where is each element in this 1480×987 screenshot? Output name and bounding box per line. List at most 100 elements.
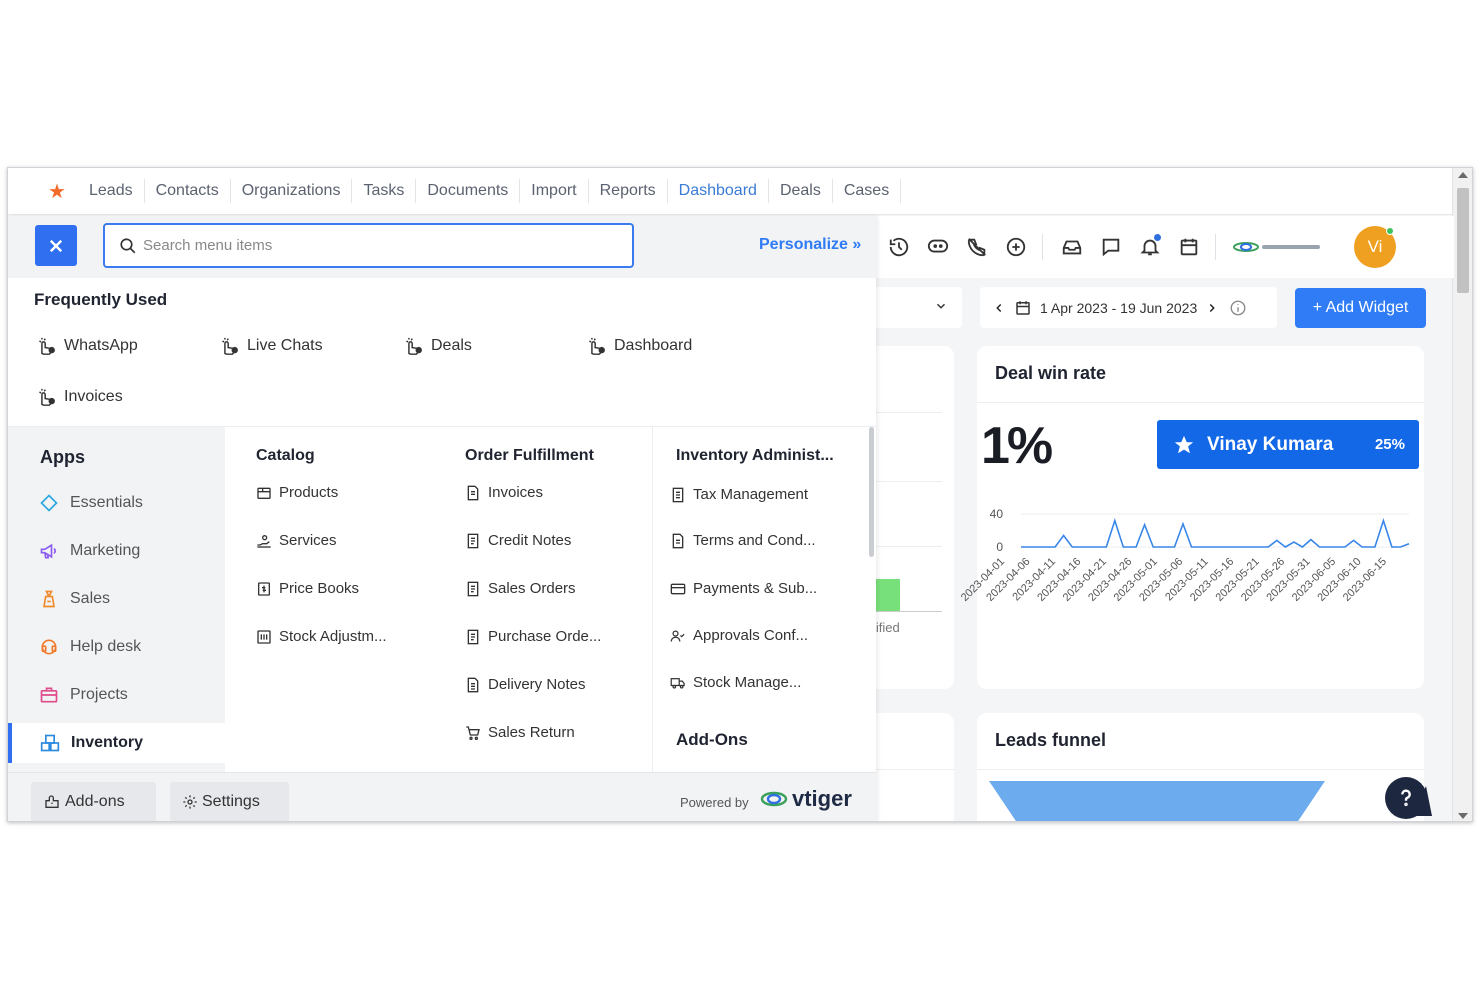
win-rate-series-line <box>1021 517 1410 548</box>
tab-tasks[interactable]: Tasks <box>352 179 417 203</box>
inventory-admin-title: Inventory Administ... <box>676 447 834 464</box>
chevron-left-icon[interactable] <box>992 301 1006 315</box>
menu-item-payments-subscriptions[interactable]: Payments & Sub... <box>670 580 817 597</box>
menu-item-label: Sales Orders <box>488 580 576 597</box>
menu-item-approvals-configuration[interactable]: Approvals Conf... <box>670 627 808 644</box>
card-divider <box>870 769 954 770</box>
scroll-up-icon[interactable] <box>1458 172 1468 178</box>
close-menu-button[interactable] <box>35 225 77 266</box>
chart-axis <box>870 611 942 612</box>
history-icon[interactable] <box>886 234 912 260</box>
menu-item-stock-management[interactable]: Stock Manage... <box>670 674 801 691</box>
win-rate-value: 1% <box>981 417 1053 475</box>
tab-leads[interactable]: Leads <box>78 179 145 203</box>
page-scrollbar[interactable] <box>1452 168 1472 821</box>
tab-reports[interactable]: Reports <box>589 179 668 203</box>
menu-item-stock-adjustment[interactable]: Stock Adjustm... <box>256 628 387 645</box>
tab-organizations[interactable]: Organizations <box>231 179 353 203</box>
add-circle-icon[interactable] <box>1003 234 1029 260</box>
calendar-icon[interactable] <box>1176 234 1202 260</box>
tab-documents[interactable]: Documents <box>416 179 521 203</box>
menu-item-sales-orders[interactable]: Sales Orders <box>465 580 576 597</box>
chatbot-icon[interactable] <box>925 234 951 260</box>
addons-icon <box>45 795 59 808</box>
menu-header: Personalize » <box>8 216 876 278</box>
frequent-item-whatsapp[interactable]: WhatsApp <box>36 337 138 355</box>
menu-item-label: Products <box>279 484 339 501</box>
tab-deals[interactable]: Deals <box>769 179 833 203</box>
menu-item-label: Terms and Cond... <box>693 532 816 549</box>
app-sales[interactable]: Sales <box>8 579 225 619</box>
user-avatar[interactable]: Vi <box>1354 226 1396 268</box>
inbox-icon[interactable] <box>1059 234 1085 260</box>
menu-item-credit-notes[interactable]: Credit Notes <box>465 532 571 549</box>
app-inventory[interactable]: Inventory <box>8 723 225 763</box>
app-help-desk[interactable]: Help desk <box>8 627 225 667</box>
personalize-link[interactable]: Personalize » <box>759 236 861 254</box>
boxes-icon <box>40 734 60 752</box>
menu-item-label: Price Books <box>279 580 360 597</box>
axis-label: lified <box>873 620 900 635</box>
addons-label: Add-ons <box>65 793 125 810</box>
close-icon <box>49 239 63 252</box>
menu-item-purchase-orders[interactable]: Purchase Orde... <box>465 628 601 645</box>
app-projects[interactable]: Projects <box>8 675 225 715</box>
frequent-item-label: Deals <box>431 337 472 354</box>
menu-item-tax-management[interactable]: Tax Management <box>670 486 808 503</box>
grid-line <box>870 546 942 547</box>
tab-contacts[interactable]: Contacts <box>145 179 231 203</box>
mute-phone-icon[interactable] <box>964 234 990 260</box>
date-range-picker[interactable]: 1 Apr 2023 - 19 Jun 2023 <box>980 287 1277 328</box>
bell-icon[interactable] <box>1137 234 1163 260</box>
tab-dashboard[interactable]: Dashboard <box>668 179 769 203</box>
help-button[interactable] <box>1385 777 1427 819</box>
menu-scrollbar[interactable] <box>869 427 874 557</box>
chat-icon[interactable] <box>1098 234 1124 260</box>
app-essentials[interactable]: Essentials <box>8 483 225 523</box>
chevron-down-icon <box>936 303 946 309</box>
frequent-item-live-chats[interactable]: Live Chats <box>219 337 323 355</box>
search-input[interactable] <box>143 237 583 254</box>
menu-item-services[interactable]: Services <box>256 532 337 549</box>
notification-dot <box>1154 234 1161 241</box>
tab-cases[interactable]: Cases <box>833 179 902 203</box>
app-label: Essentials <box>70 494 143 511</box>
pointer-click-icon <box>39 337 55 355</box>
menu-item-delivery-notes[interactable]: Delivery Notes <box>465 676 586 693</box>
card-title: Deal win rate <box>995 363 1107 383</box>
card-divider <box>977 402 1424 403</box>
scroll-down-icon[interactable] <box>1458 813 1468 819</box>
app-marketing[interactable]: Marketing <box>8 531 225 571</box>
frequent-item-deals[interactable]: Deals <box>403 337 472 355</box>
settings-button[interactable]: Settings <box>170 782 289 821</box>
addons-button[interactable]: Add-ons <box>31 782 156 821</box>
pointer-click-icon <box>589 337 605 355</box>
top-performer-badge[interactable]: Vinay Kumara 25% <box>1157 420 1419 469</box>
y-tick-label: 40 <box>990 507 1004 521</box>
frequent-item-invoices[interactable]: Invoices <box>36 388 123 406</box>
dashboard-select[interactable] <box>876 287 962 328</box>
menu-item-label: Tax Management <box>693 486 809 503</box>
menu-item-label: Stock Adjustm... <box>279 628 387 645</box>
grid-line <box>870 412 942 413</box>
truck-icon <box>670 677 685 689</box>
apps-sidebar: Apps Essentials Marketing Sales Help des… <box>8 427 225 772</box>
chevron-right-icon[interactable] <box>1205 301 1219 315</box>
gear-icon <box>183 795 197 809</box>
y-tick-label: 0 <box>996 540 1003 554</box>
add-widget-button[interactable]: + Add Widget <box>1295 288 1426 328</box>
menu-item-sales-return[interactable]: Sales Return <box>465 724 575 741</box>
menu-search-box[interactable] <box>103 223 634 268</box>
frequent-item-dashboard[interactable]: Dashboard <box>586 337 692 355</box>
funnel-stage[interactable] <box>989 781 1325 821</box>
star-icon[interactable]: ★ <box>46 179 68 204</box>
menu-item-price-books[interactable]: Price Books <box>256 580 359 597</box>
scrollbar-thumb[interactable] <box>1457 188 1469 293</box>
menu-item-invoices[interactable]: Invoices <box>465 484 543 501</box>
document-icon <box>467 629 479 644</box>
menu-item-terms-and-conditions[interactable]: Terms and Cond... <box>670 532 816 549</box>
menu-item-products[interactable]: Products <box>256 484 338 501</box>
menu-item-label: Credit Notes <box>488 532 572 549</box>
info-icon[interactable] <box>1229 299 1247 317</box>
tab-import[interactable]: Import <box>520 179 589 203</box>
